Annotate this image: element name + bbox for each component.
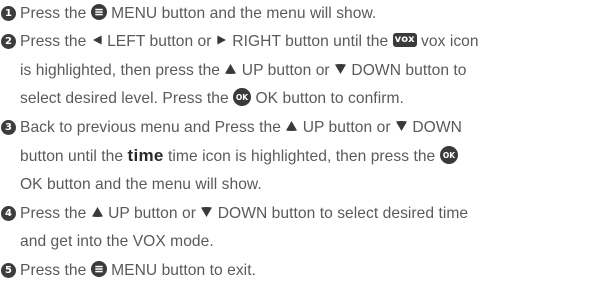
step-text: MENU button to exit.: [106, 261, 256, 279]
up-icon: [285, 120, 298, 132]
step-text: select desired level. Press the: [20, 90, 234, 108]
vox-icon: vox: [392, 33, 417, 48]
step-number-badge: 3: [1, 119, 16, 135]
step-text: and get into the VOX mode.: [20, 233, 214, 251]
step-text: Press the: [20, 5, 91, 22]
ok-icon: OK: [233, 88, 252, 107]
ok-icon: OK: [439, 145, 458, 164]
instruction-step-4: 4 Press the UP button or DOWN button to s…: [0, 200, 613, 257]
step-text: MENU button and the menu will show.: [106, 5, 377, 22]
step-line: Back to previous menu and Press the UP b…: [20, 114, 609, 142]
step-text: UP button or: [103, 204, 201, 222]
svg-text:OK: OK: [236, 93, 249, 102]
svg-text:OK: OK: [443, 151, 456, 160]
up-icon: [224, 63, 237, 75]
right-icon: [216, 34, 228, 46]
step-text: DOWN button to: [347, 61, 467, 79]
step-text: OK button to confirm.: [251, 90, 404, 108]
step-text: DOWN: [407, 118, 462, 136]
instruction-list: 1 Press the MENU button and the menu will…: [0, 0, 613, 290]
instruction-step-2: 2 Press the LEFT button or RIGHT button u…: [0, 28, 613, 113]
step-line: and get into the VOX mode.: [20, 228, 609, 256]
step-text: is highlighted, then press the: [20, 61, 225, 79]
step-text: Press the: [20, 261, 91, 279]
ok-icon-graphic: OK: [233, 88, 252, 107]
step-text: Back to previous menu and Press the: [20, 118, 286, 136]
step-text: button until the: [20, 148, 128, 166]
step-line: OK button and the menu will show.: [20, 171, 609, 199]
down-icon: [334, 63, 347, 75]
step-text: vox icon: [416, 33, 479, 51]
left-icon: [91, 34, 103, 46]
step-line: Press the MENU button to exit.: [20, 257, 609, 285]
step-text: DOWN button to select desired time: [213, 204, 469, 222]
step-text: OK button and the menu will show.: [20, 176, 262, 194]
step-text: LEFT button or: [102, 33, 216, 51]
ok-icon-graphic: OK: [439, 145, 458, 164]
step-line: Press the UP button or DOWN button to se…: [20, 200, 609, 228]
step-text: time icon is highlighted, then press the: [163, 148, 440, 166]
step-text: RIGHT button until the: [227, 33, 393, 51]
instruction-step-3: 3 Back to previous menu and Press the UP …: [0, 114, 613, 200]
step-number-badge: 1: [1, 6, 16, 21]
step-line: Press the LEFT button or RIGHT button un…: [20, 28, 609, 56]
step-line: is highlighted, then press the UP button…: [20, 57, 609, 85]
time-icon: time: [127, 146, 164, 166]
step-text: UP button or: [237, 61, 335, 79]
step-text: Press the: [20, 33, 91, 51]
step-text: UP button or: [298, 118, 395, 136]
step-number-badge: 5: [1, 262, 16, 278]
instruction-step-5: 5 Press the MENU button to exit.: [0, 257, 613, 285]
menu-icon: [90, 3, 107, 20]
step-text: Press the: [20, 204, 91, 222]
step-number-badge: 2: [1, 34, 16, 50]
instruction-step-1: 1 Press the MENU button and the menu will…: [0, 0, 613, 28]
step-number-badge: 4: [1, 205, 16, 221]
step-line: button until the time time icon is highl…: [20, 142, 609, 171]
step-line: select desired level. Press the OK OK bu…: [20, 85, 609, 113]
step-line: Press the MENU button and the menu will …: [20, 0, 609, 28]
down-icon: [200, 206, 213, 218]
down-icon: [395, 120, 408, 132]
menu-icon: [90, 260, 107, 277]
up-icon: [91, 206, 104, 218]
